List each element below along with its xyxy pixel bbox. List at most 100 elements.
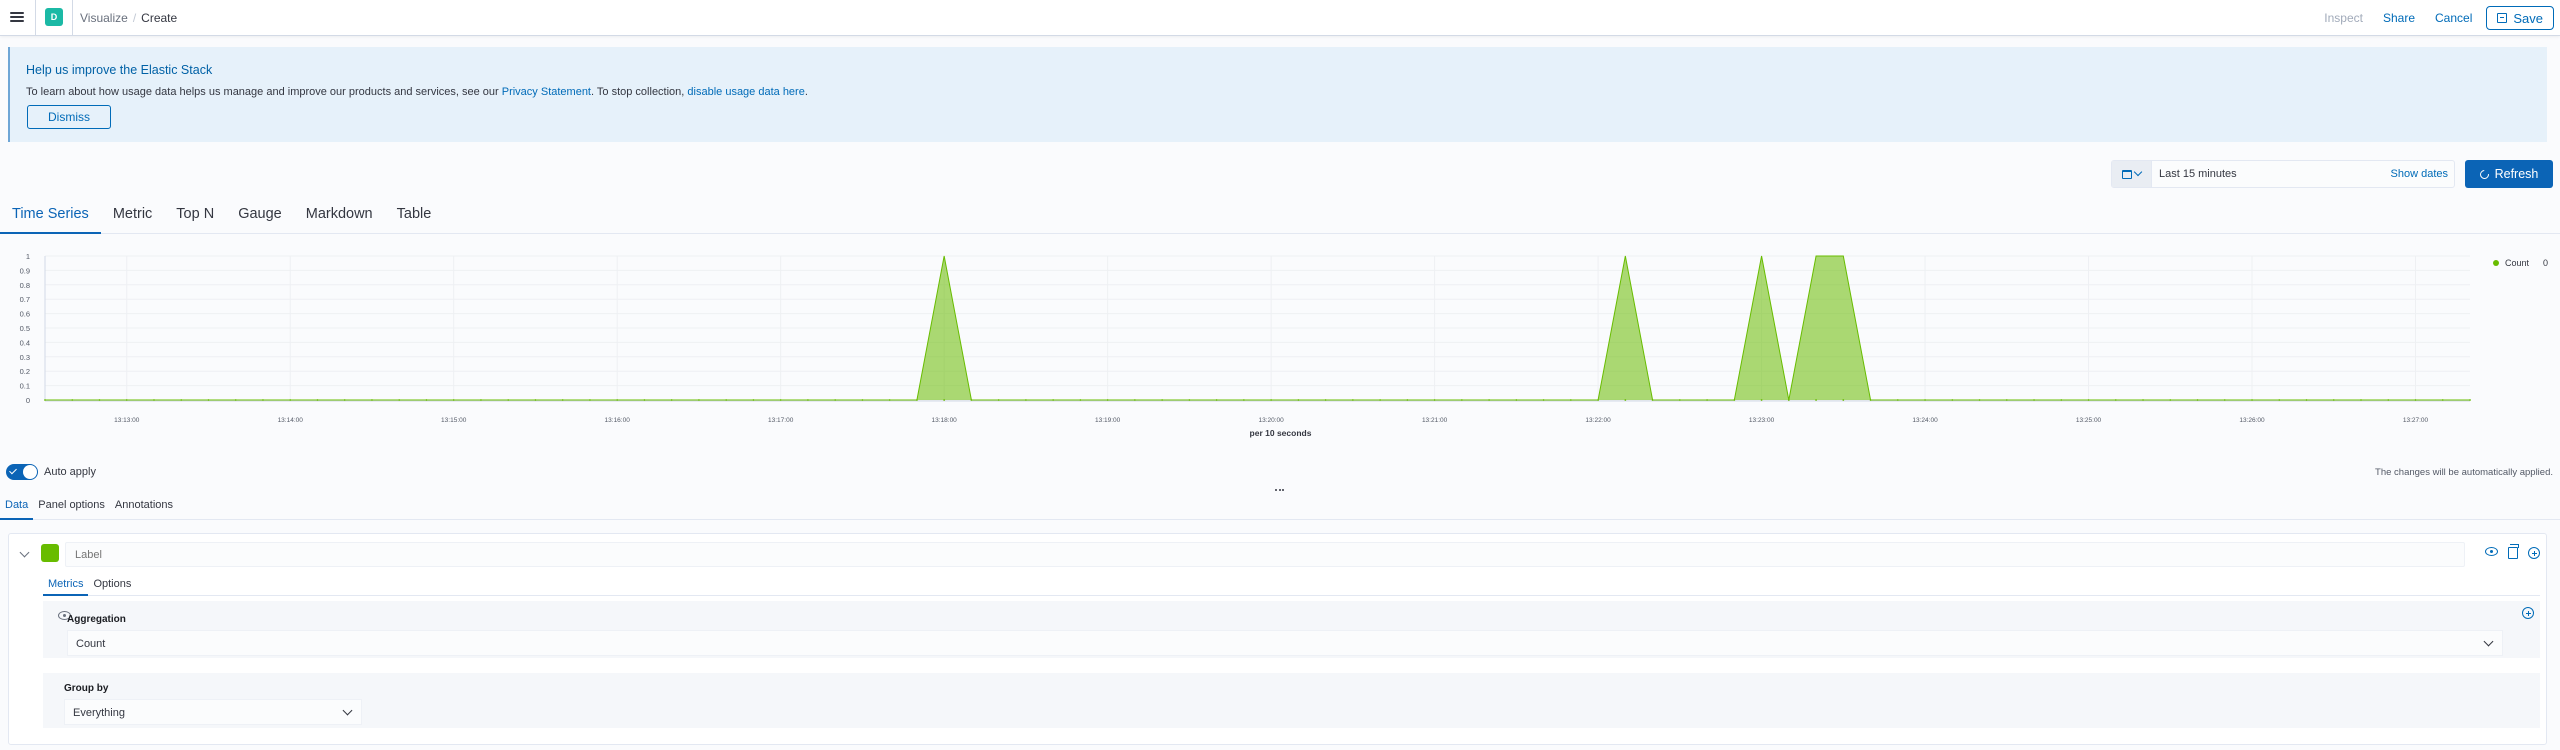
- calendar-icon: [2122, 169, 2132, 179]
- data-point: [2360, 399, 2362, 401]
- clone-icon[interactable]: [2508, 544, 2519, 559]
- data-point: [861, 399, 864, 401]
- tab-top-n[interactable]: Top N: [164, 202, 226, 234]
- callout-text-part: . To stop collection,: [591, 86, 688, 98]
- data-point: [1297, 399, 1300, 401]
- dismiss-button[interactable]: Dismiss: [27, 105, 111, 129]
- aggregation-select[interactable]: Count: [67, 630, 2503, 656]
- chevron-down-icon: [342, 705, 353, 716]
- breadcrumb: Visualize / Create: [80, 11, 177, 25]
- series-color-swatch[interactable]: [41, 544, 59, 562]
- resize-handle[interactable]: [1275, 489, 1284, 492]
- data-point: [425, 399, 428, 401]
- data-point: [2414, 399, 2417, 401]
- refresh-button[interactable]: Refresh: [2465, 160, 2553, 188]
- tab-options[interactable]: Options: [88, 578, 136, 596]
- space-avatar[interactable]: D: [45, 8, 63, 26]
- data-point: [779, 399, 782, 401]
- aggregation-block: Aggregation Count: [43, 601, 2540, 658]
- x-tick-label: 13:24:00: [1912, 417, 1938, 424]
- save-label: Save: [2513, 10, 2543, 26]
- auto-apply-note: The changes will be automatically applie…: [2375, 467, 2553, 478]
- legend-label[interactable]: Count: [2505, 258, 2529, 268]
- x-tick-label: 13:18:00: [932, 417, 958, 424]
- x-tick-label: 13:20:00: [1258, 417, 1284, 424]
- data-point: [480, 399, 482, 401]
- refresh-icon: [2477, 167, 2491, 181]
- data-point: [1787, 399, 1790, 401]
- aggregation-label: Aggregation: [67, 614, 126, 625]
- date-range-text[interactable]: Last 15 minutes: [2159, 168, 2237, 180]
- y-tick-label: 0.5: [20, 324, 30, 333]
- disable-usage-data-link[interactable]: disable usage data here: [687, 86, 804, 98]
- add-metric-icon[interactable]: [2522, 607, 2534, 619]
- data-point: [1515, 399, 1518, 401]
- data-point: [997, 399, 1000, 401]
- auto-apply-toggle[interactable]: [6, 464, 38, 480]
- cancel-button[interactable]: Cancel: [2425, 11, 2482, 25]
- tab-markdown[interactable]: Markdown: [294, 202, 385, 234]
- legend-swatch: [2493, 260, 2499, 266]
- top-header: D Visualize / Create Inspect Share Cancel …: [0, 0, 2560, 36]
- data-point: [289, 399, 292, 401]
- y-tick-label: 0.2: [20, 367, 30, 376]
- data-point: [1842, 399, 1845, 401]
- aggregation-value: Count: [76, 638, 106, 650]
- data-point: [1869, 399, 1872, 401]
- y-tick-label: 0: [26, 396, 30, 405]
- x-tick-label: 13:15:00: [441, 417, 467, 424]
- x-tick-label: 13:26:00: [2239, 417, 2265, 424]
- x-tick-label: 13:23:00: [1749, 417, 1775, 424]
- data-point: [1924, 399, 1926, 401]
- chevron-down-icon: [2483, 636, 2494, 647]
- tab-annotations[interactable]: Annotations: [110, 500, 178, 520]
- data-point: [44, 399, 46, 401]
- time-series-chart: 0 0.1 0.2 0.3 0.4 0.5 0.6 0.7 0.8 0.9 1 13:13:00 13:…: [0, 240, 2560, 452]
- inspect-button[interactable]: Inspect: [2314, 11, 2373, 25]
- date-picker: Last 15 minutes Show dates: [2111, 160, 2455, 188]
- data-point: [1733, 399, 1736, 401]
- callout-title: Help us improve the Elastic Stack: [26, 63, 213, 77]
- series-label-input[interactable]: [65, 542, 2465, 567]
- tab-metric[interactable]: Metric: [101, 202, 164, 234]
- data-point: [1760, 399, 1763, 401]
- data-point: [534, 399, 537, 401]
- tab-gauge[interactable]: Gauge: [226, 202, 294, 234]
- data-point: [1270, 399, 1273, 401]
- data-point: [2223, 399, 2226, 401]
- data-point: [1188, 399, 1191, 401]
- breadcrumb-separator: /: [132, 11, 137, 25]
- data-point: [1706, 399, 1708, 401]
- x-tick-label: 13:19:00: [1095, 417, 1121, 424]
- data-point: [2469, 399, 2471, 401]
- y-tick-label: 0.6: [20, 310, 30, 319]
- auto-apply-label: Auto apply: [44, 466, 96, 478]
- y-tick-label: 0.4: [20, 338, 30, 347]
- tab-panel-options[interactable]: Panel options: [33, 500, 110, 520]
- share-button[interactable]: Share: [2373, 11, 2425, 25]
- quick-menu-button[interactable]: [2112, 161, 2152, 187]
- chevron-down-icon[interactable]: [19, 547, 30, 558]
- tab-time-series[interactable]: Time Series: [0, 202, 101, 234]
- breadcrumb-visualize[interactable]: Visualize: [80, 11, 128, 25]
- editor-tabs-divider: [0, 519, 2560, 520]
- auto-apply-row: Auto apply: [6, 464, 96, 480]
- tab-data[interactable]: Data: [0, 500, 34, 520]
- add-series-icon[interactable]: [2528, 547, 2540, 559]
- group-by-label: Group by: [64, 683, 109, 694]
- series-panel: Metrics Options Aggregation Count Group …: [8, 533, 2547, 745]
- data-point: [1569, 399, 1572, 401]
- data-point: [1324, 399, 1327, 401]
- privacy-statement-link[interactable]: Privacy Statement: [502, 86, 591, 98]
- data-point: [2169, 399, 2172, 401]
- eye-icon[interactable]: [2485, 547, 2498, 556]
- show-dates-button[interactable]: Show dates: [2391, 168, 2448, 180]
- tab-table[interactable]: Table: [385, 202, 444, 234]
- group-by-block: Group by Everything: [43, 673, 2540, 728]
- group-by-select[interactable]: Everything: [64, 699, 362, 725]
- menu-icon[interactable]: [10, 10, 24, 24]
- save-button[interactable]: Save: [2486, 6, 2554, 30]
- data-point: [2387, 399, 2390, 401]
- tab-metrics[interactable]: Metrics: [43, 578, 89, 596]
- data-point: [670, 399, 673, 401]
